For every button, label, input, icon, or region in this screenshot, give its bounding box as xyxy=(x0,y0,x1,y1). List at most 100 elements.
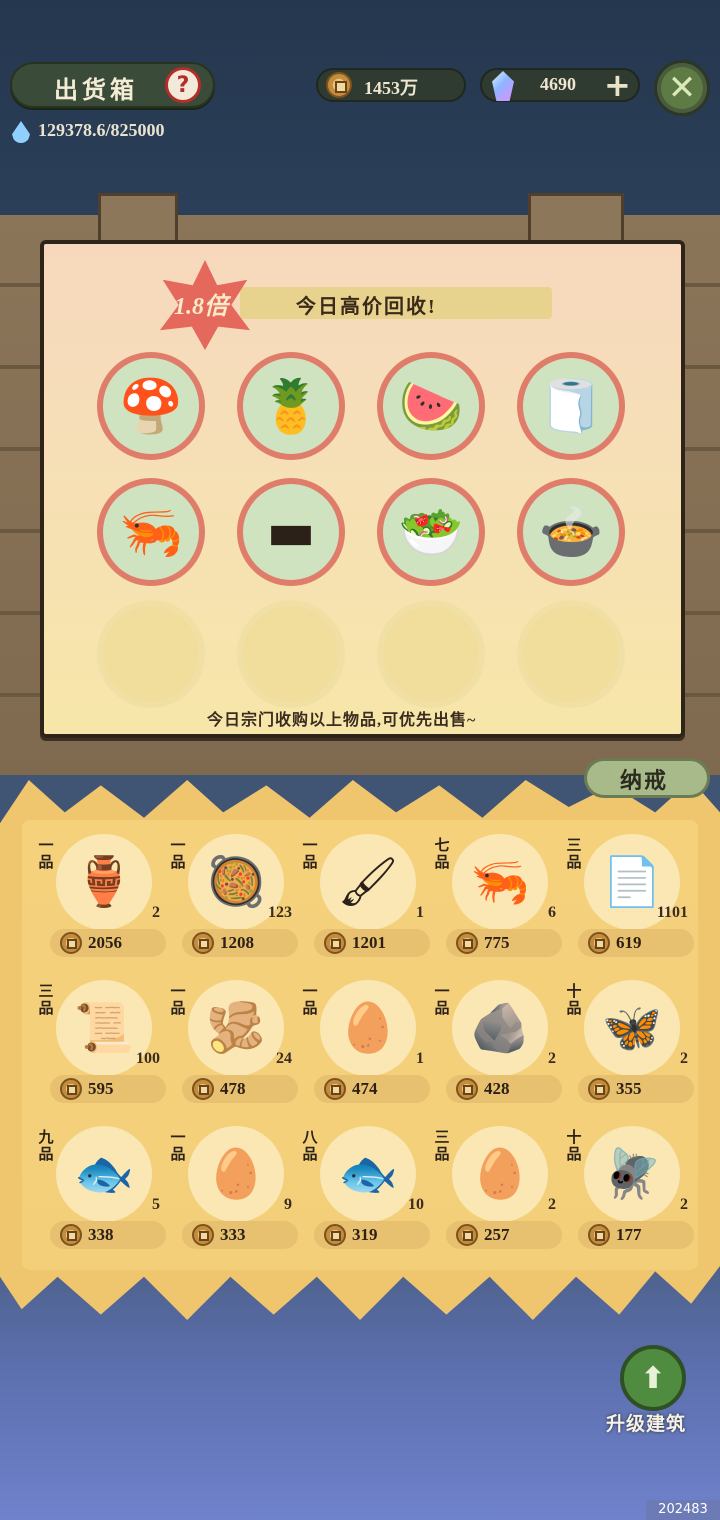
item-price: 2056 xyxy=(88,933,122,952)
chili-fish-dish-icon: 🍲 xyxy=(538,502,604,563)
inventory-item[interactable]: 🥘 一品 123 1208 xyxy=(168,834,298,964)
inventory-item[interactable]: 📜 三品 100 595 xyxy=(36,980,166,1110)
item-price: 595 xyxy=(88,1079,114,1098)
price-tag: 177 xyxy=(578,1221,694,1249)
item-count: 100 xyxy=(136,1050,160,1067)
coin-icon xyxy=(456,1224,478,1246)
close-button[interactable]: ✕ xyxy=(654,60,710,116)
item-count: 1 xyxy=(416,904,424,921)
item-grade: 一品 xyxy=(302,984,318,1017)
item-count: 6 xyxy=(548,904,556,921)
item-price: 619 xyxy=(616,933,642,952)
featured-item-slot[interactable]: 🍉 xyxy=(377,352,485,460)
item-grade: 一品 xyxy=(434,984,450,1017)
shrimp-on-leaf-icon: 🦐 xyxy=(470,854,530,910)
item-price: 478 xyxy=(220,1079,246,1098)
add-jade-button[interactable]: + xyxy=(604,67,631,103)
featured-item-slot[interactable]: 🧻 xyxy=(517,352,625,460)
mushroom-icon: 🍄 xyxy=(118,376,184,437)
item-count: 1101 xyxy=(656,904,688,921)
featured-item-slot[interactable]: 🦐 xyxy=(97,478,205,586)
blue-egg-icon: 🥚 xyxy=(206,1146,266,1202)
watermelon-icon: 🍉 xyxy=(398,376,464,437)
featured-item-slot[interactable]: ▬ xyxy=(237,478,345,586)
inventory-item[interactable]: 🪰 十品 2 177 xyxy=(564,1126,694,1256)
item-grade: 一品 xyxy=(302,838,318,871)
coin-icon xyxy=(60,932,82,954)
inventory-item[interactable]: 🦐 七品 6 775 xyxy=(432,834,562,964)
empty-slot xyxy=(377,600,485,708)
inventory-item[interactable]: 🫚 一品 24 478 xyxy=(168,980,298,1110)
empty-slot xyxy=(237,600,345,708)
pineapple-icon: 🍍 xyxy=(258,376,324,437)
vegetable-dish-icon: 🥗 xyxy=(398,502,464,563)
price-tag: 338 xyxy=(50,1221,166,1249)
inventory-item[interactable]: 🦋 十品 2 355 xyxy=(564,980,694,1110)
coin-icon xyxy=(192,1224,214,1246)
price-tag: 1208 xyxy=(182,929,298,957)
inventory-item[interactable]: 🪨 一品 2 428 xyxy=(432,980,562,1110)
item-price: 428 xyxy=(484,1079,510,1098)
item-grade: 一品 xyxy=(170,838,186,871)
inventory-item[interactable]: 🏺 一品 2 2056 xyxy=(36,834,166,964)
dragonfly-icon: 🪰 xyxy=(602,1146,662,1202)
item-price: 257 xyxy=(484,1225,510,1244)
price-tag: 257 xyxy=(446,1221,562,1249)
featured-item-slot[interactable]: 🍄 xyxy=(97,352,205,460)
price-tag: 478 xyxy=(182,1075,298,1103)
item-grade: 十品 xyxy=(566,1130,582,1163)
item-count: 2 xyxy=(680,1196,688,1213)
coin-icon xyxy=(588,1078,610,1100)
item-count: 2 xyxy=(548,1196,556,1213)
coin-icon xyxy=(60,1078,82,1100)
banner-text: 今日高价回收! xyxy=(296,296,437,318)
coin-icon xyxy=(192,1078,214,1100)
empty-slot xyxy=(517,600,625,708)
item-grade: 九品 xyxy=(38,1130,54,1163)
item-grade: 七品 xyxy=(434,838,450,871)
coin-icon xyxy=(456,932,478,954)
coin-icon xyxy=(324,1224,346,1246)
empty-slot xyxy=(97,600,205,708)
item-grade: 三品 xyxy=(566,838,582,871)
featured-item-slot[interactable]: 🍍 xyxy=(237,352,345,460)
item-count: 10 xyxy=(408,1196,424,1213)
inventory-item[interactable]: 🖌 一品 1 1201 xyxy=(300,834,430,964)
shrimp-on-leaf-icon: 🦐 xyxy=(118,502,184,563)
notice-footer: 今日宗门收购以上物品,可优先出售~ xyxy=(207,712,477,729)
ginger-icon: 🫚 xyxy=(206,1000,266,1056)
water-drop-icon xyxy=(12,121,30,143)
brush-icon: 🖌 xyxy=(337,854,399,910)
featured-item-slot[interactable]: 🥗 xyxy=(377,478,485,586)
item-grade: 三品 xyxy=(434,1130,450,1163)
item-price: 177 xyxy=(616,1225,642,1244)
item-price: 1201 xyxy=(352,933,386,952)
item-count: 123 xyxy=(268,904,292,921)
item-count: 2 xyxy=(680,1050,688,1067)
price-tag: 619 xyxy=(578,929,694,957)
pink-egg-icon: 🥚 xyxy=(470,1146,530,1202)
item-count: 24 xyxy=(276,1050,292,1067)
coin-icon xyxy=(456,1078,478,1100)
storage-ring-label: 纳戒 xyxy=(620,768,669,793)
item-count: 2 xyxy=(548,1050,556,1067)
help-button[interactable]: ? xyxy=(165,67,201,103)
inventory-item[interactable]: 🐟 八品 10 319 xyxy=(300,1126,430,1256)
upgrade-building-label[interactable]: 升级建筑 xyxy=(606,1409,686,1436)
item-price: 355 xyxy=(616,1079,642,1098)
price-tag: 474 xyxy=(314,1075,430,1103)
inventory-item[interactable]: 🐟 九品 5 338 xyxy=(36,1126,166,1256)
price-tag: 595 xyxy=(50,1075,166,1103)
featured-item-slot[interactable]: 🍲 xyxy=(517,478,625,586)
multiplier-text: 1.8倍 xyxy=(174,294,228,320)
item-grade: 一品 xyxy=(170,1130,186,1163)
item-price: 775 xyxy=(484,933,510,952)
upgrade-building-button[interactable]: ⬆ xyxy=(620,1345,686,1411)
inventory-item[interactable]: 🥚 一品 9 333 xyxy=(168,1126,298,1256)
inventory-item[interactable]: 🥚 一品 1 474 xyxy=(300,980,430,1110)
inventory-item[interactable]: 📄 三品 1101 619 xyxy=(564,834,694,964)
jade-amount: 4690 xyxy=(540,74,576,94)
capacity-readout: 129378.6/825000 xyxy=(38,120,165,140)
item-price: 319 xyxy=(352,1225,378,1244)
inventory-item[interactable]: 🥚 三品 2 257 xyxy=(432,1126,562,1256)
